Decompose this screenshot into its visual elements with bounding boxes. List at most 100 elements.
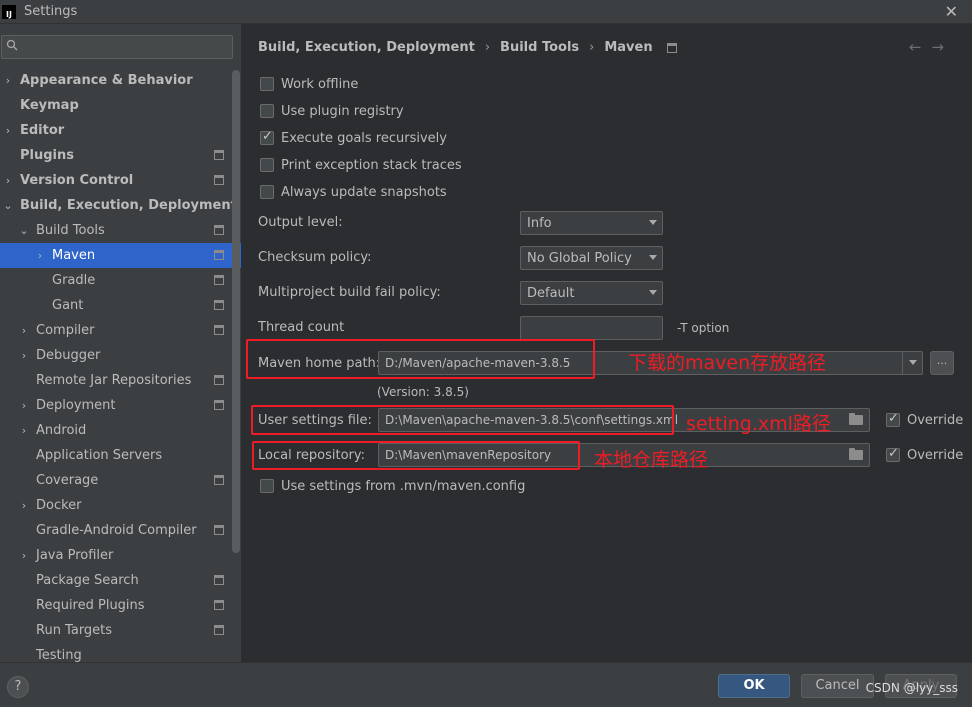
sidebar-item[interactable]: Gradle [0, 268, 241, 293]
sidebar-item[interactable]: Gant [0, 293, 241, 318]
chevron-right-icon[interactable]: › [19, 349, 29, 362]
sidebar-item[interactable]: › Maven [0, 243, 241, 268]
sidebar-item[interactable]: Plugins [0, 143, 241, 168]
dropdown-arrow-icon [649, 290, 657, 295]
use-mvn-config-checkbox[interactable]: Use settings from .mvn/maven.config [260, 476, 525, 496]
sidebar-item[interactable]: Testing [0, 643, 241, 662]
sidebar-item[interactable]: Required Plugins [0, 593, 241, 618]
sidebar-item-label: Testing [36, 648, 82, 662]
search-input[interactable] [24, 38, 224, 56]
project-scope-icon [214, 400, 224, 410]
sidebar-item-label: Debugger [36, 348, 101, 363]
checkbox-box[interactable] [260, 77, 274, 91]
checkbox-box[interactable] [260, 158, 274, 172]
output-level-select[interactable]: Info [520, 211, 663, 235]
use-plugin-registry-checkbox[interactable]: Use plugin registry [260, 101, 404, 121]
help-button[interactable]: ? [7, 676, 29, 698]
sidebar-item[interactable]: › Debugger [0, 343, 241, 368]
chevron-right-icon[interactable]: › [19, 324, 29, 337]
sidebar-item[interactable]: ⌄ Build Tools [0, 218, 241, 243]
sidebar-item-label: Gant [52, 298, 84, 313]
settings-xml-annotation: setting.xml路径 [686, 413, 831, 435]
folder-icon[interactable] [849, 448, 863, 460]
chevron-right-icon[interactable]: › [19, 424, 29, 437]
sidebar-item[interactable]: ⌄ Build, Execution, Deployment [0, 193, 241, 218]
sidebar-item[interactable]: Gradle-Android Compiler [0, 518, 241, 543]
chevron-right-icon[interactable]: › [19, 399, 29, 412]
user-settings-label: User settings file: [258, 413, 372, 428]
ok-button[interactable]: OK [718, 674, 790, 698]
maven-home-label: Maven home path: [258, 356, 381, 371]
project-scope-icon [214, 325, 224, 335]
thread-count-label: Thread count [258, 320, 345, 335]
forward-arrow-icon[interactable]: → [931, 38, 954, 56]
project-scope-icon [214, 225, 224, 235]
sidebar-scrollbar[interactable] [232, 70, 240, 553]
navigation-arrows: ←→ [909, 38, 954, 56]
sidebar-item[interactable]: Run Targets [0, 618, 241, 643]
chevron-down-icon[interactable]: ⌄ [3, 199, 13, 212]
execute-goals-checkbox[interactable]: Execute goals recursively [260, 128, 447, 148]
sidebar-item-label: Appearance & Behavior [20, 73, 193, 88]
sidebar-item[interactable]: › Compiler [0, 318, 241, 343]
fail-policy-select[interactable]: Default [520, 281, 663, 305]
dropdown-button[interactable] [902, 352, 922, 374]
input-value: D:\Maven\mavenRepository [385, 448, 552, 462]
sidebar-item[interactable]: › Android [0, 418, 241, 443]
local-repository-override-checkbox[interactable]: Override [886, 445, 963, 465]
search-box[interactable] [1, 35, 233, 59]
sidebar-item-label: Version Control [20, 173, 134, 188]
project-scope-icon [214, 600, 224, 610]
chevron-right-icon[interactable]: › [3, 174, 13, 187]
sidebar-item[interactable]: Keymap [0, 93, 241, 118]
sidebar-item-label: Editor [20, 123, 65, 138]
project-scope-icon [214, 375, 224, 385]
sidebar-item[interactable]: › Deployment [0, 393, 241, 418]
sidebar-item-label: Keymap [20, 98, 79, 113]
sidebar-item[interactable]: › Appearance & Behavior [0, 68, 241, 93]
chevron-right-icon[interactable]: › [19, 499, 29, 512]
work-offline-checkbox[interactable]: Work offline [260, 74, 358, 94]
sidebar-item[interactable]: › Editor [0, 118, 241, 143]
checkbox-box[interactable] [886, 446, 900, 462]
checkbox-box[interactable] [260, 129, 274, 145]
always-update-checkbox[interactable]: Always update snapshots [260, 182, 447, 202]
checkbox-box[interactable] [260, 479, 274, 493]
checkbox-label: Override [907, 447, 964, 463]
chevron-right-icon[interactable]: › [35, 249, 45, 262]
project-scope-icon [214, 275, 224, 285]
sidebar-item[interactable]: Coverage [0, 468, 241, 493]
breadcrumb-item[interactable]: Build Tools [500, 40, 579, 55]
close-icon[interactable]: ✕ [945, 2, 958, 21]
checksum-policy-label: Checksum policy: [258, 250, 372, 265]
chevron-right-icon[interactable]: › [3, 124, 13, 137]
sidebar-item[interactable]: › Version Control [0, 168, 241, 193]
cancel-button[interactable]: Cancel [801, 674, 874, 698]
sidebar-item[interactable]: Application Servers [0, 443, 241, 468]
user-settings-override-checkbox[interactable]: Override [886, 410, 963, 430]
csdn-watermark: CSDN @lyy_sss [865, 681, 958, 695]
checkbox-box[interactable] [886, 411, 900, 427]
sidebar-item[interactable]: Remote Jar Repositories [0, 368, 241, 393]
chevron-right-icon[interactable]: › [3, 74, 13, 87]
sidebar-item-label: Android [36, 423, 87, 438]
print-exception-checkbox[interactable]: Print exception stack traces [260, 155, 462, 175]
project-scope-icon [214, 625, 224, 635]
sidebar-item[interactable]: Package Search [0, 568, 241, 593]
checksum-policy-select[interactable]: No Global Policy [520, 246, 663, 270]
sidebar-item-label: Build Tools [36, 223, 105, 238]
sidebar-item-label: Build, Execution, Deployment [20, 198, 237, 213]
chevron-right-icon[interactable]: › [19, 549, 29, 562]
sidebar-item[interactable]: › Docker [0, 493, 241, 518]
browse-button[interactable]: ... [930, 351, 954, 375]
breadcrumb-item[interactable]: Build, Execution, Deployment [258, 40, 475, 55]
sidebar-item-label: Run Targets [36, 623, 113, 638]
thread-count-input[interactable] [520, 316, 663, 340]
folder-icon[interactable] [849, 413, 863, 425]
local-repository-annotation: 本地仓库路径 [594, 449, 709, 471]
checkbox-box[interactable] [260, 185, 274, 199]
chevron-down-icon[interactable]: ⌄ [19, 224, 29, 237]
back-arrow-icon[interactable]: ← [909, 38, 932, 56]
checkbox-box[interactable] [260, 104, 274, 118]
sidebar-item[interactable]: › Java Profiler [0, 543, 241, 568]
